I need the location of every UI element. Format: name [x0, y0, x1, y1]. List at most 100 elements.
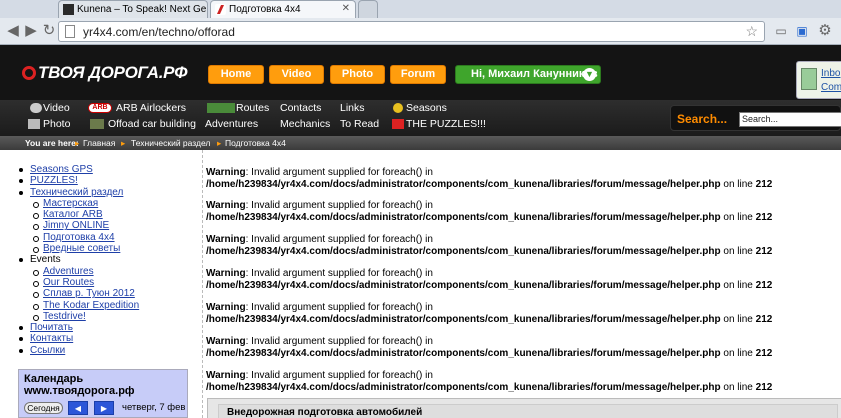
chevron-down-icon: ▼ [583, 68, 596, 81]
bookmark-star-icon[interactable]: ☆ [745, 23, 758, 40]
nav-puzzles[interactable]: THE PUZZLES!!! [406, 118, 486, 130]
sidebar-link[interactable]: Подготовка 4x4 [43, 232, 115, 243]
main-nav: Video Photo ARB ARB Airlockers Offoad ca… [0, 100, 841, 136]
sidebar-item-arb-catalog[interactable]: Каталог ARB [30, 209, 139, 220]
sidebar-link[interactable]: Testdrive! [43, 311, 86, 322]
sidebar-item-events: Events [18, 254, 139, 266]
sidebar-link[interactable]: Вредные советы [43, 243, 120, 254]
user-greeting: Hi, Михаил Канунников [471, 68, 598, 80]
breadcrumb-tech[interactable]: Технический раздел [131, 136, 210, 150]
sidebar-item-prep-4x4[interactable]: Подготовка 4x4 [30, 232, 139, 243]
browser-tab-active[interactable]: Подготовка 4x4 ✕ [210, 0, 356, 18]
sidebar-link[interactable]: Почитать [30, 322, 73, 333]
photo-button[interactable]: Photo [330, 65, 385, 84]
sidebar-link[interactable]: Технический раздел [30, 187, 123, 198]
sidebar-link[interactable]: Контакты [30, 333, 73, 344]
back-icon[interactable]: ◀ [4, 22, 22, 40]
sidebar-item-tech-section[interactable]: Технический раздел [18, 187, 139, 198]
warning-line: 212 [755, 212, 773, 223]
warning-label: Warning [206, 336, 246, 347]
forum-button[interactable]: Forum [390, 65, 446, 84]
sidebar-item-puzzles[interactable]: PUZZLES! [18, 175, 139, 186]
address-bar[interactable]: yr4x4.com/en/techno/offorad ☆ [58, 21, 765, 42]
calendar-date: четверг, 7 фев [122, 402, 186, 413]
home-button[interactable]: Home [208, 65, 264, 84]
nav-routes[interactable]: Routes [236, 102, 269, 114]
reload-icon[interactable]: ↻ [40, 22, 58, 40]
sidebar-item-bad-advice[interactable]: Вредные советы [30, 243, 139, 254]
today-button[interactable]: Сегодня [24, 402, 63, 414]
forward-icon[interactable]: ▶ [22, 22, 40, 40]
sidebar-item-workshop[interactable]: Мастерская [30, 198, 139, 209]
extension-icon[interactable]: ▭ [772, 22, 790, 40]
sidebar-link[interactable]: Adventures [43, 266, 94, 277]
settings-wrench-icon[interactable]: ⚙ [816, 22, 834, 40]
breadcrumb-current: Подготовка 4x4 [225, 138, 286, 148]
nav-seasons[interactable]: Seasons [406, 102, 447, 114]
extension-icon-2[interactable]: ▣ [793, 22, 811, 40]
php-warning: Warning: Invalid argument supplied for f… [206, 200, 772, 224]
nav-adventures[interactable]: Adventures [205, 118, 258, 130]
logo-wheel-icon [22, 66, 36, 80]
calendar-prev-icon[interactable]: ◀ [68, 401, 88, 415]
nav-links[interactable]: Links [340, 102, 365, 114]
nav-arb-airlockers[interactable]: ARB Airlockers [116, 102, 186, 114]
sidebar-item-kodar[interactable]: The Kodar Expedition [30, 300, 139, 311]
breadcrumb-home[interactable]: Главная [83, 136, 115, 150]
sidebar-item-tuyun[interactable]: Сплав р. Туюн 2012 [30, 288, 139, 299]
sidebar-link[interactable]: The Kodar Expedition [43, 300, 139, 311]
search-box: Search... Search... [670, 105, 841, 131]
warning-path: /home/h239834/yr4x4.com/docs/administrat… [206, 280, 721, 291]
warning-message: : Invalid argument supplied for foreach(… [245, 370, 433, 381]
sidebar-link[interactable]: Jimny ONLINE [43, 220, 109, 231]
warning-line: 212 [755, 382, 773, 393]
nav-mechanics[interactable]: Mechanics [280, 118, 330, 130]
sidebar-item-contacts[interactable]: Контакты [18, 333, 139, 344]
search-input[interactable]: Search... [739, 112, 841, 127]
calendar-next-icon[interactable]: ▶ [94, 401, 114, 415]
sidebar-link[interactable]: PUZZLES! [30, 175, 78, 186]
inbox-link[interactable]: Inbo [821, 68, 840, 79]
warning-line: 212 [755, 246, 773, 257]
sidebar-item-testdrive[interactable]: Testdrive! [30, 311, 139, 322]
sidebar-item-adventures[interactable]: Adventures [30, 266, 139, 277]
calendar-subtitle: www.твоядорога.рф [24, 385, 135, 397]
nav-video[interactable]: Video [43, 102, 70, 114]
sidebar-item-jimny[interactable]: Jimny ONLINE [30, 220, 139, 231]
new-tab-button[interactable] [358, 0, 378, 18]
sidebar-item-read[interactable]: Почитать [18, 322, 139, 333]
nav-photo[interactable]: Photo [43, 118, 70, 130]
warning-label: Warning [206, 234, 246, 245]
browser-toolbar: ◀ ▶ ↻ yr4x4.com/en/techno/offorad ☆ ▭ ▣ … [0, 18, 841, 45]
warning-path: /home/h239834/yr4x4.com/docs/administrat… [206, 314, 721, 325]
browser-tab-kunena[interactable]: Kunena – To Speak! Next Ge [58, 0, 208, 18]
sidebar-link[interactable]: Мастерская [43, 198, 98, 209]
close-tab-icon[interactable]: ✕ [342, 3, 350, 14]
inbox-widget: Inbo Com [796, 61, 841, 99]
sidebar-item-seasons-gps[interactable]: Seasons GPS [18, 164, 139, 175]
tab-title: Kunena – To Speak! Next Ge [77, 4, 207, 15]
warning-message: : Invalid argument supplied for foreach(… [245, 167, 433, 178]
user-menu-button[interactable]: Hi, Михаил Канунников ▼ [455, 65, 601, 84]
php-warning: Warning: Invalid argument supplied for f… [206, 336, 772, 360]
site-logo[interactable]: ТВОЯ ДОРОГА.РФ [22, 63, 188, 83]
sidebar-link[interactable]: Сплав р. Туюн 2012 [43, 288, 135, 299]
sidebar-link[interactable]: Seasons GPS [30, 164, 93, 175]
video-button[interactable]: Video [269, 65, 324, 84]
nav-to-read[interactable]: To Read [340, 118, 379, 130]
sidebar-label: Events [30, 254, 61, 266]
sidebar-item-our-routes[interactable]: Our Routes [30, 277, 139, 288]
sidebar-link[interactable]: Каталог ARB [43, 209, 103, 220]
sidebar-link[interactable]: Our Routes [43, 277, 94, 288]
sidebar-link[interactable]: Ссылки [30, 345, 65, 356]
comments-link[interactable]: Com [821, 82, 841, 93]
logo-text: ТВОЯ ДОРОГА.РФ [38, 63, 188, 82]
warning-online: on line [720, 382, 756, 393]
breadcrumb-arrow-icon: ▸ [75, 138, 80, 148]
sidebar-item-links[interactable]: Ссылки [18, 345, 139, 356]
video-icon [30, 103, 42, 113]
breadcrumb-arrow-icon: ▸ [217, 138, 222, 148]
php-warning: Warning: Invalid argument supplied for f… [206, 302, 772, 326]
nav-offroad-car-building[interactable]: Offoad car building [108, 118, 196, 130]
nav-contacts[interactable]: Contacts [280, 102, 321, 114]
